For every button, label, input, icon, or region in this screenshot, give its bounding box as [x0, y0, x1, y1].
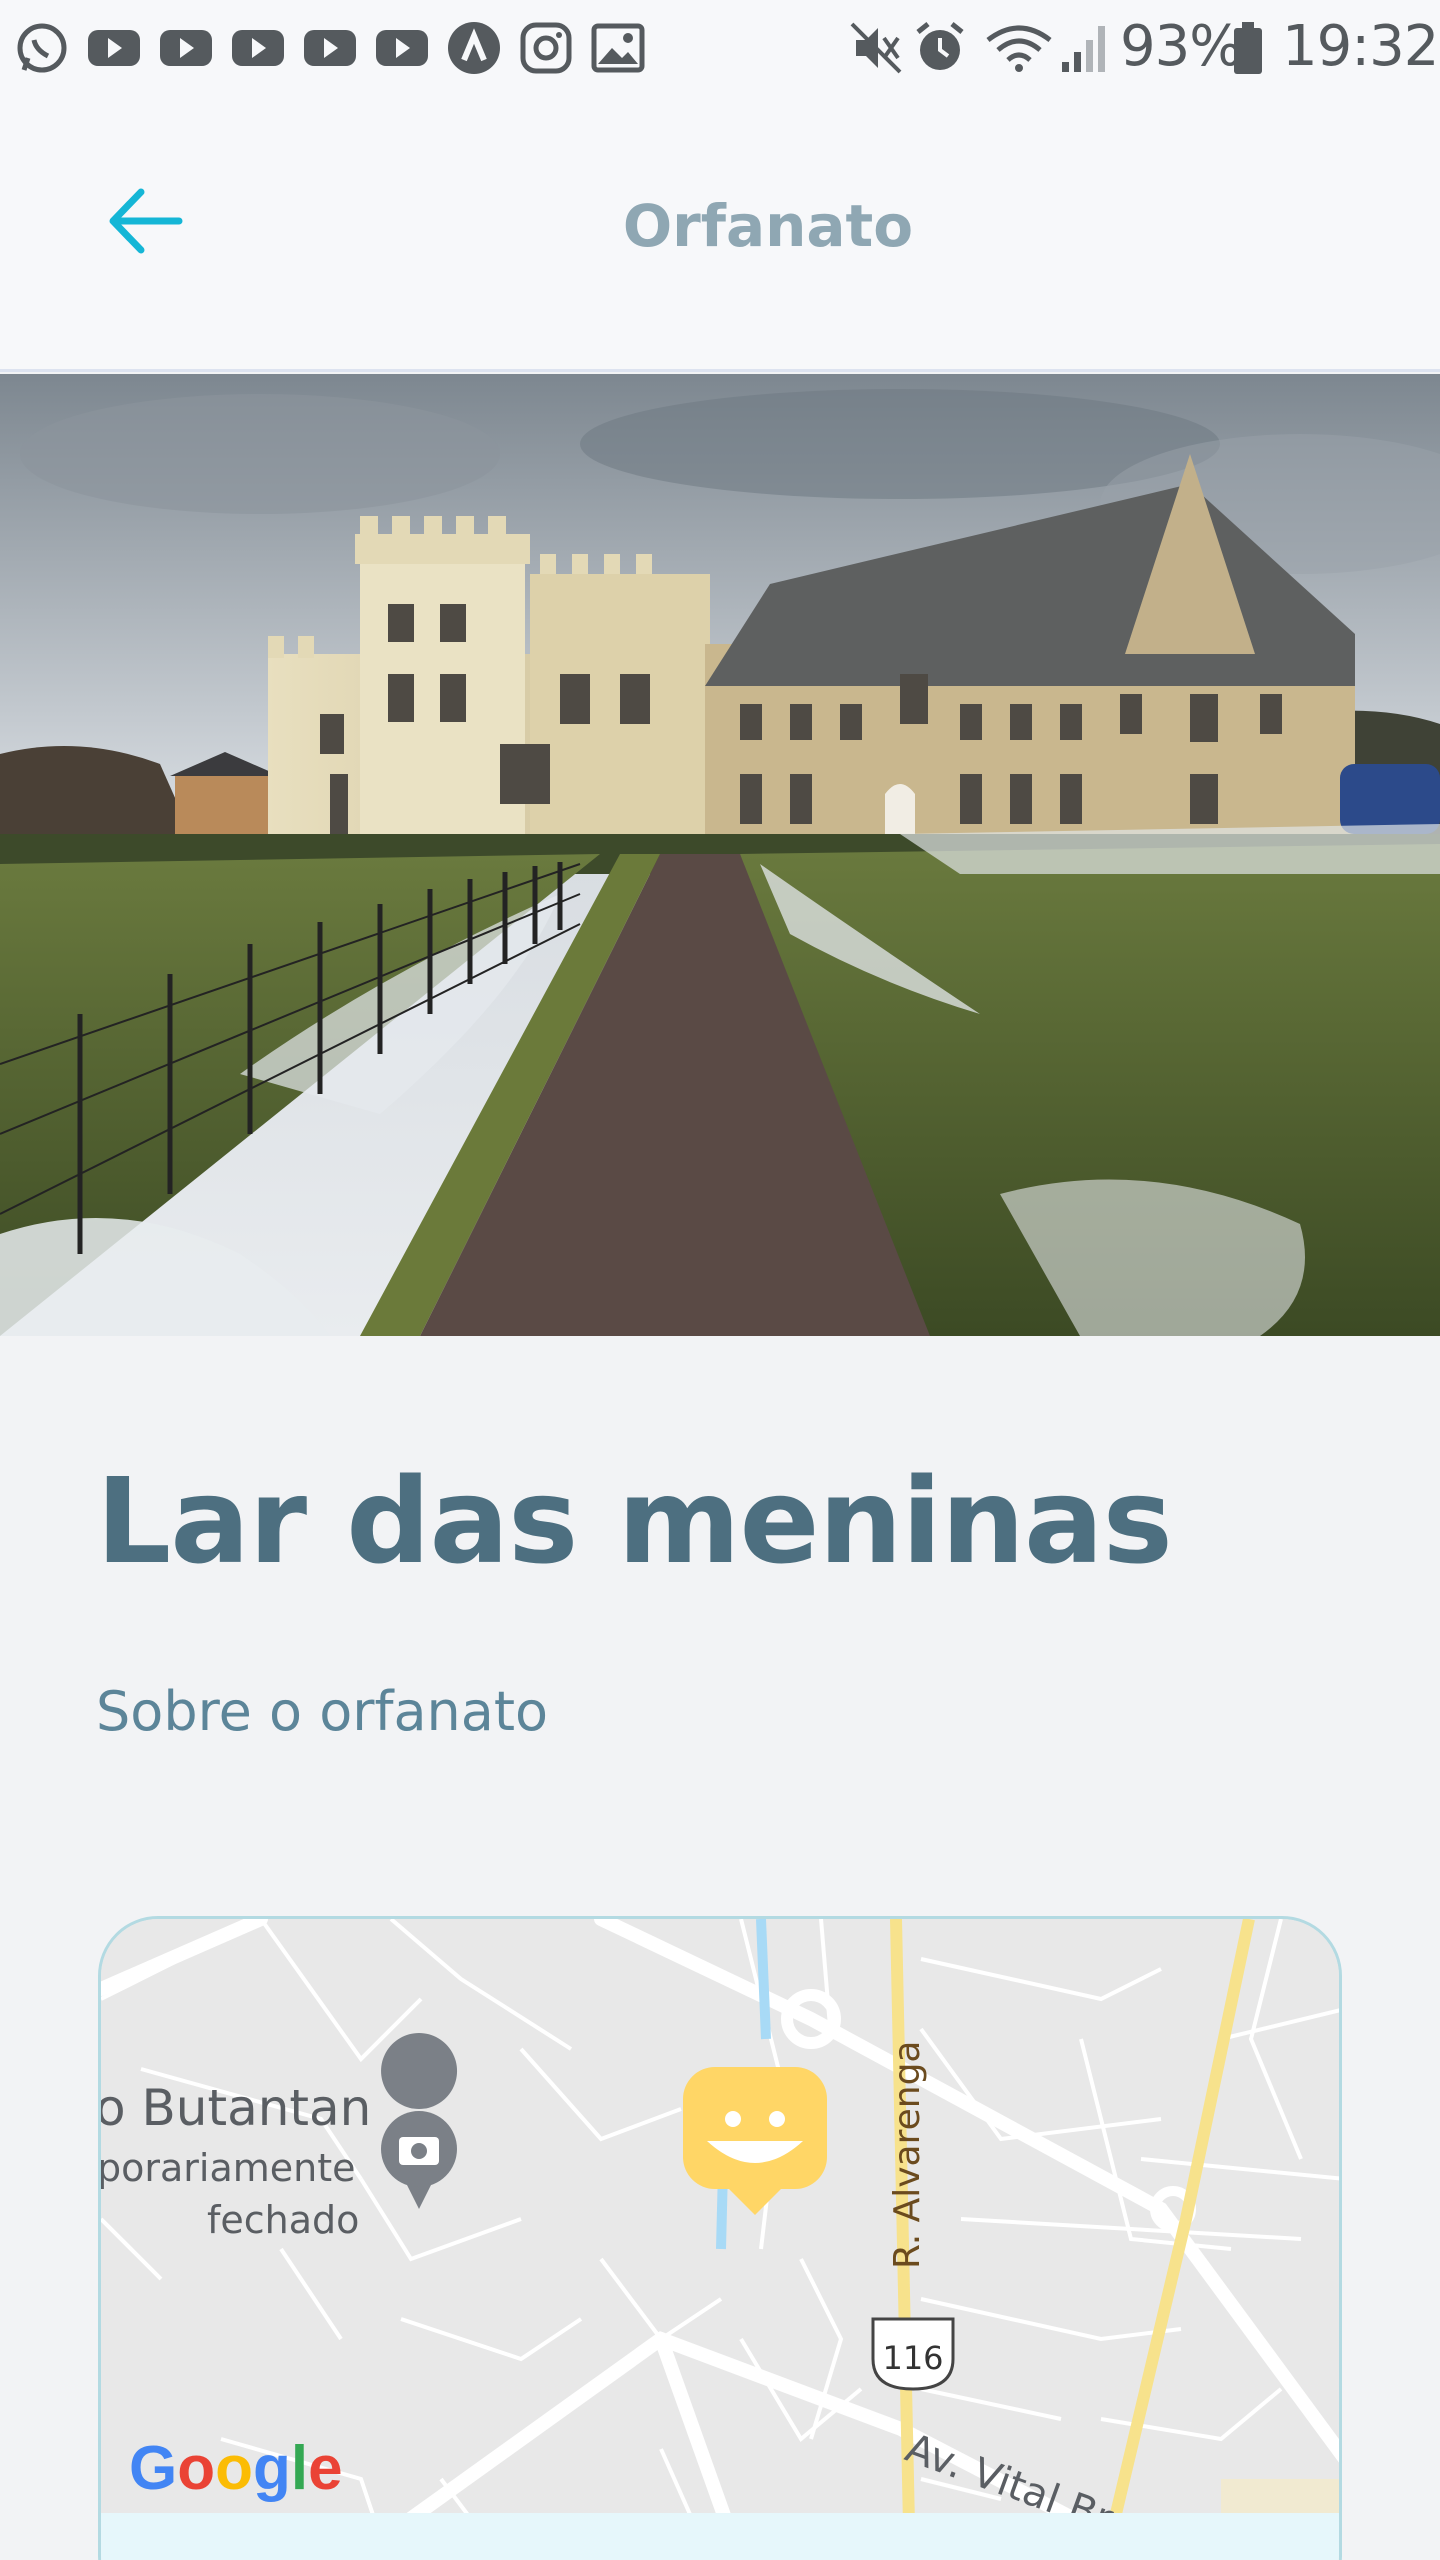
- app-header: Orfanato: [0, 96, 1440, 372]
- whatsapp-icon: [17, 23, 67, 73]
- signal-icon: [1062, 26, 1105, 72]
- youtube-icon: [376, 30, 428, 66]
- battery-icon: [1234, 22, 1262, 74]
- street-label-alvarenga: R. Alvarenga: [887, 2041, 928, 2270]
- orphanage-photo: [0, 374, 1440, 1336]
- wifi-icon: [986, 25, 1052, 72]
- orphanage-name: Lar das meninas: [96, 1452, 1173, 1590]
- instagram-icon: [520, 22, 572, 74]
- route-number: 116: [882, 2339, 943, 2377]
- alarm-icon: [916, 22, 964, 70]
- status-bar: 93% 19:32: [0, 0, 1440, 96]
- gallery-icon: [591, 23, 645, 73]
- google-logo: Google: [129, 2434, 343, 2503]
- map-preview[interactable]: 116 o Butantan porariamente fechado R. A…: [98, 1916, 1342, 2560]
- svg-text:Google: Google: [129, 2434, 343, 2503]
- youtube-icon: [88, 30, 140, 66]
- youtube-icon: [304, 30, 356, 66]
- map-canvas: 116 o Butantan porariamente fechado R. A…: [101, 1919, 1339, 2560]
- map-footer[interactable]: [101, 2513, 1339, 2560]
- youtube-icon: [160, 30, 212, 66]
- about-label: Sobre o orfanato: [96, 1680, 549, 1743]
- youtube-icon: [232, 30, 284, 66]
- map-place-name: o Butantan: [101, 2079, 371, 2137]
- clock: 19:32: [1282, 14, 1439, 79]
- mute-icon: [850, 22, 902, 74]
- route-badge: 116: [871, 2317, 955, 2391]
- page-title: Orfanato: [622, 192, 914, 260]
- map-place-status-1: porariamente: [101, 2146, 356, 2190]
- map-place-status-2: fechado: [207, 2198, 359, 2242]
- app-a-icon: [448, 22, 500, 74]
- battery-percent: 93%: [1120, 14, 1242, 79]
